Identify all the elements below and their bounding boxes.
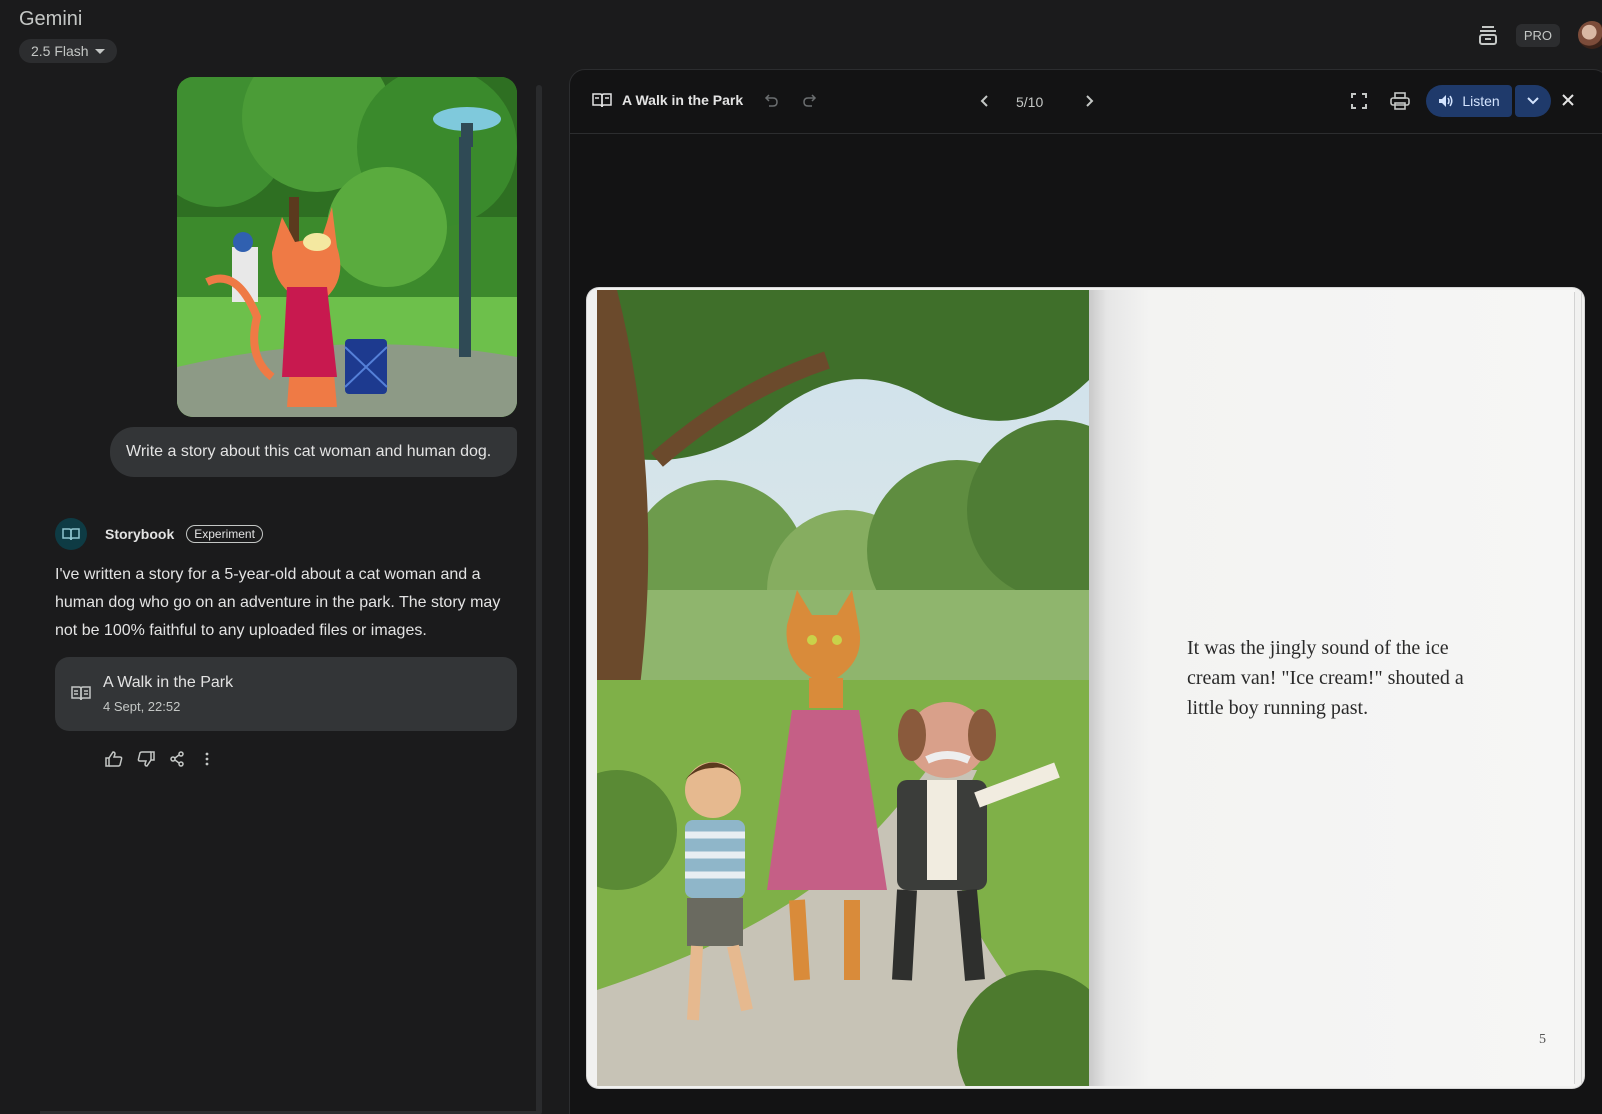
chevron-down-icon — [1527, 97, 1539, 105]
story-card-date: 4 Sept, 22:52 — [103, 699, 181, 714]
listen-options-button[interactable] — [1515, 85, 1551, 117]
viewer-title: A Walk in the Park — [592, 92, 743, 108]
story-page-text: It was the jingly sound of the ice cream… — [1187, 637, 1464, 719]
user-avatar[interactable] — [1578, 21, 1602, 49]
undo-icon[interactable] — [763, 94, 779, 108]
chevron-right-icon[interactable] — [1080, 92, 1098, 110]
thumbs-up-icon[interactable] — [105, 750, 123, 768]
response-title: Storybook — [105, 526, 175, 542]
app-brand: Gemini — [19, 8, 83, 30]
response-text: I've written a story for a 5-year-old ab… — [55, 566, 501, 639]
book-icon — [62, 528, 80, 541]
story-card-title: A Walk in the Park — [103, 674, 234, 691]
user-message-text: Write a story about this cat woman and h… — [126, 443, 492, 460]
response-header: Storybook Experiment — [55, 518, 263, 550]
listen-label: Listen — [1462, 93, 1500, 109]
book-icon — [71, 685, 91, 706]
app-root: Gemini 2.5 Flash PRO Write a story about… — [0, 0, 1602, 1114]
page-number: 5 — [1539, 1032, 1546, 1047]
pro-badge: PRO — [1515, 23, 1560, 47]
share-icon[interactable] — [169, 751, 185, 767]
feedback-actions — [105, 750, 215, 768]
redo-icon[interactable] — [802, 94, 818, 108]
caret-down-icon — [94, 48, 105, 54]
model-selector[interactable]: 2.5 Flash — [19, 39, 117, 63]
book-spread: It was the jingly sound of the ice cream… — [587, 288, 1584, 1088]
uploaded-image[interactable] — [177, 77, 517, 417]
viewer-title-text: A Walk in the Park — [622, 92, 744, 108]
story-illustration — [597, 290, 1089, 1086]
storybook-viewer: A Walk in the Park 5/10 Listen It was th… — [569, 69, 1602, 1114]
top-right-actions: PRO — [1478, 20, 1602, 50]
history-stack-icon[interactable] — [1478, 24, 1498, 46]
page-edges — [1574, 292, 1582, 1084]
listen-button[interactable]: Listen — [1426, 85, 1512, 117]
storybook-avatar — [55, 518, 87, 550]
chat-scrollbar[interactable] — [536, 85, 542, 1114]
model-label: 2.5 Flash — [31, 43, 89, 59]
experiment-badge: Experiment — [186, 525, 263, 543]
book-icon — [592, 93, 612, 108]
fullscreen-icon[interactable] — [1350, 92, 1368, 110]
page-indicator: 5/10 — [1016, 94, 1044, 110]
print-icon[interactable] — [1390, 92, 1410, 110]
volume-icon — [1439, 95, 1453, 107]
chevron-left-icon[interactable] — [976, 92, 994, 110]
close-icon[interactable] — [1560, 92, 1576, 108]
story-card[interactable]: A Walk in the Park 4 Sept, 22:52 — [55, 657, 517, 731]
viewer-toolbar: A Walk in the Park 5/10 Listen — [570, 70, 1602, 134]
thumbs-down-icon[interactable] — [137, 750, 155, 768]
chat-panel: Write a story about this cat woman and h… — [0, 75, 542, 1114]
user-message-bubble: Write a story about this cat woman and h… — [110, 427, 517, 477]
more-vert-icon[interactable] — [199, 751, 215, 767]
story-text-page: It was the jingly sound of the ice cream… — [1089, 290, 1575, 1086]
